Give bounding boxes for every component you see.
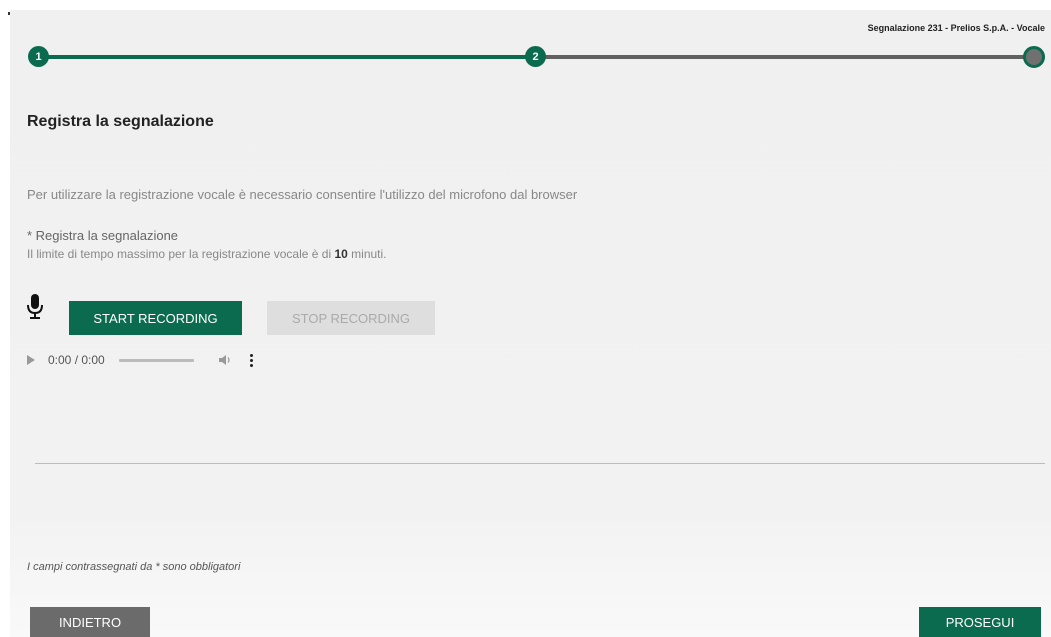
step-1: 1 [28,46,49,67]
time-limit-value: 10 [334,247,348,261]
volume-icon[interactable] [218,354,232,366]
breadcrumb: Segnalazione 231 - Prelios S.p.A. - Voca… [867,23,1045,33]
more-vertical-icon[interactable] [249,353,253,367]
recording-field-label: * Registra la segnalazione [27,228,179,243]
section-divider [35,463,1045,464]
time-limit-suffix: minuti. [347,247,387,261]
stop-recording-button[interactable]: STOP RECORDING [267,301,435,335]
start-recording-button[interactable]: START RECORDING [69,301,242,335]
progress-stepper: 1 2 [28,46,1046,68]
audio-time: 0:00 / 0:00 [48,353,105,367]
microphone-permission-info: Per utilizzare la registrazione vocale è… [27,187,578,202]
step-2: 2 [525,46,546,67]
back-button[interactable]: INDIETRO [30,607,150,637]
play-icon[interactable] [27,355,35,365]
stepper-track-remaining [535,55,1031,59]
required-fields-note: I campi contrassegnati da * sono obbliga… [27,561,241,573]
microphone-icon [27,294,43,319]
step-3 [1023,46,1045,68]
audio-progress-slider[interactable] [118,358,194,362]
audio-player: 0:00 / 0:00 [27,350,277,370]
next-button[interactable]: PROSEGUI [919,607,1041,637]
time-limit-note: Il limite di tempo massimo per la regist… [27,247,387,261]
stepper-track-completed [38,55,535,59]
time-limit-prefix: Il limite di tempo massimo per la regist… [27,247,335,261]
page-title: Registra la segnalazione [27,113,214,130]
